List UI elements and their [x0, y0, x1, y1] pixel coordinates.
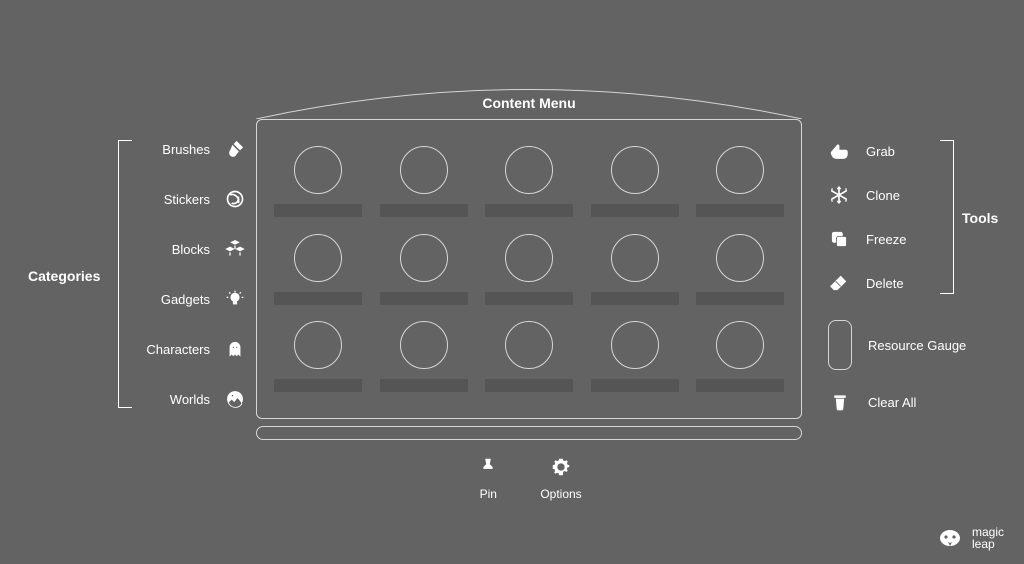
- gear-icon: [549, 455, 573, 479]
- category-gadgets[interactable]: Gadgets: [128, 288, 246, 310]
- tool-clone[interactable]: Clone: [828, 184, 988, 206]
- panel-title: Content Menu: [256, 95, 802, 111]
- category-label: Brushes: [162, 142, 210, 157]
- category-worlds[interactable]: Worlds: [128, 388, 246, 410]
- ghost-icon: [224, 338, 246, 360]
- tool-label: Grab: [866, 144, 895, 159]
- content-slot[interactable]: [696, 146, 784, 217]
- content-slot[interactable]: [380, 321, 468, 392]
- category-label: Gadgets: [161, 292, 210, 307]
- copy-icon: [828, 228, 850, 250]
- category-label: Characters: [146, 342, 210, 357]
- sticker-icon: [224, 188, 246, 210]
- categories-title: Categories: [28, 268, 100, 284]
- tool-delete[interactable]: Delete: [828, 272, 988, 294]
- tool-label: Clone: [866, 188, 900, 203]
- category-label: Stickers: [164, 192, 210, 207]
- categories-list: Brushes Stickers Blocks Gadgets Characte…: [128, 138, 246, 410]
- magic-leap-icon: [936, 526, 964, 550]
- content-slot[interactable]: [485, 234, 573, 305]
- brand-line2: leap: [972, 538, 1004, 550]
- options-button[interactable]: Options: [540, 455, 581, 501]
- content-slot[interactable]: [591, 234, 679, 305]
- snowflake-icon: [828, 184, 850, 206]
- pin-label: Pin: [480, 487, 497, 501]
- tool-label: Freeze: [866, 232, 906, 247]
- category-label: Worlds: [170, 392, 210, 407]
- resource-gauge: [828, 320, 852, 370]
- content-slot[interactable]: [274, 321, 362, 392]
- category-stickers[interactable]: Stickers: [128, 188, 246, 210]
- options-label: Options: [540, 487, 581, 501]
- eraser-icon: [828, 272, 850, 294]
- content-slot[interactable]: [591, 146, 679, 217]
- pin-icon: [476, 455, 500, 479]
- tool-freeze[interactable]: Freeze: [828, 228, 988, 250]
- bottom-controls: Pin Options: [256, 455, 802, 501]
- brush-icon: [224, 138, 246, 160]
- content-slot[interactable]: [380, 234, 468, 305]
- blocks-icon: [224, 238, 246, 260]
- content-slot[interactable]: [696, 321, 784, 392]
- category-characters[interactable]: Characters: [128, 338, 246, 360]
- lightbulb-icon: [224, 288, 246, 310]
- trash-icon[interactable]: [830, 392, 852, 414]
- brand-logo: magic leap: [936, 526, 1004, 550]
- content-slot[interactable]: [485, 146, 573, 217]
- content-slot[interactable]: [591, 321, 679, 392]
- tool-label: Delete: [866, 276, 904, 291]
- hand-icon: [828, 140, 850, 162]
- content-slot[interactable]: [380, 146, 468, 217]
- category-brushes[interactable]: Brushes: [128, 138, 246, 160]
- tools-list: Grab Clone Freeze Delete: [828, 140, 988, 294]
- panel-footbar: [256, 426, 802, 440]
- content-slot[interactable]: [485, 321, 573, 392]
- tool-grab[interactable]: Grab: [828, 140, 988, 162]
- content-slot[interactable]: [274, 234, 362, 305]
- content-slot[interactable]: [696, 234, 784, 305]
- category-label: Blocks: [172, 242, 210, 257]
- globe-photo-icon: [224, 388, 246, 410]
- clear-all-label[interactable]: Clear All: [868, 395, 916, 410]
- content-grid: [256, 119, 802, 419]
- content-slot[interactable]: [274, 146, 362, 217]
- category-blocks[interactable]: Blocks: [128, 238, 246, 260]
- resource-gauge-label: Resource Gauge: [868, 338, 966, 353]
- pin-button[interactable]: Pin: [476, 455, 500, 501]
